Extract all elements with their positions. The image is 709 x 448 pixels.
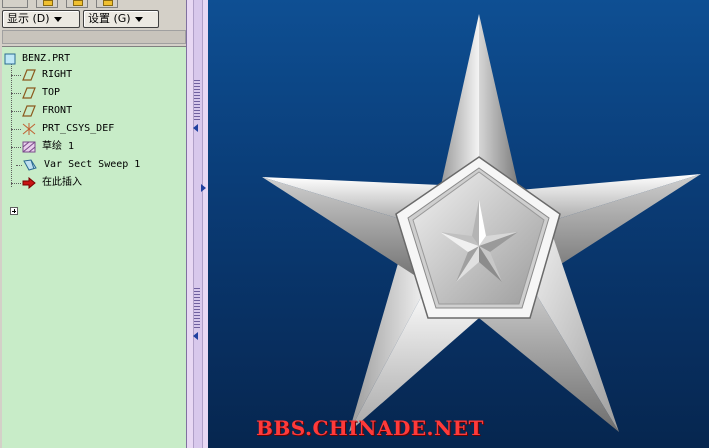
- tree-item-label: PRT_CSYS_DEF: [42, 123, 115, 134]
- star-model-render: [262, 14, 701, 432]
- tree-item-sweep[interactable]: Var Sect Sweep 1: [22, 157, 186, 173]
- tree-item-top[interactable]: TOP: [22, 85, 182, 101]
- splitter-grip[interactable]: [194, 80, 200, 120]
- tree-root-label: BENZ.PRT: [22, 53, 71, 64]
- part-icon: [4, 53, 16, 65]
- model-tree-panel: 显示 (D) 设置 (G) BENZ.PRT RIGHT TOP FRONT P…: [0, 0, 190, 448]
- tree-item-label: RIGHT: [42, 69, 73, 80]
- tree-connector: [11, 63, 12, 187]
- star-arm-top-left-face: [441, 14, 479, 185]
- tree-connector: [11, 93, 21, 94]
- panel-splitter[interactable]: [186, 0, 208, 448]
- folder-icon: [43, 0, 53, 6]
- splitter-grip[interactable]: [194, 288, 200, 328]
- insert-here-arrow-icon: [22, 177, 36, 189]
- datum-plane-icon: [22, 105, 36, 117]
- model-tree: BENZ.PRT RIGHT TOP FRONT PRT_CSYS_DEF 草绘…: [2, 46, 188, 448]
- datum-plane-icon: [22, 69, 36, 81]
- history-folder-icon: [103, 0, 113, 6]
- sweep-feature-icon: [23, 159, 37, 171]
- tree-connector: [11, 129, 21, 130]
- tree-item-label: 草绘 1: [42, 141, 75, 152]
- collapse-left-icon[interactable]: [193, 124, 198, 132]
- coordinate-system-icon: [22, 123, 36, 135]
- tree-item-label: 在此插入: [42, 177, 82, 188]
- 3d-graphics-viewport[interactable]: BBS.CHINADE.NET: [208, 0, 709, 448]
- tree-item-label: Var Sect Sweep 1: [44, 159, 141, 170]
- panel-tabs: [0, 0, 190, 8]
- tab-folder-browser[interactable]: [36, 0, 58, 8]
- tree-item-insert-here[interactable]: 在此插入: [22, 175, 182, 191]
- expand-right-icon[interactable]: [201, 184, 206, 192]
- tree-connector: [11, 147, 21, 148]
- tree-item-front[interactable]: FRONT: [22, 103, 182, 119]
- collapse-left-icon[interactable]: [193, 332, 198, 340]
- tree-root-node[interactable]: BENZ.PRT: [4, 51, 184, 67]
- tree-item-csys[interactable]: PRT_CSYS_DEF: [22, 121, 182, 137]
- tab-model-tree[interactable]: [2, 0, 28, 8]
- show-menu-label: 显示 (D): [7, 12, 50, 25]
- tree-filter-bar[interactable]: [2, 30, 186, 44]
- sketch-icon: [22, 141, 36, 153]
- tree-connector: [11, 111, 21, 112]
- splitter-strip: [193, 0, 203, 448]
- chevron-down-icon: [53, 16, 62, 22]
- settings-menu-button[interactable]: 设置 (G): [83, 10, 159, 28]
- tree-item-right[interactable]: RIGHT: [22, 67, 182, 83]
- tree-connector: [11, 183, 21, 184]
- watermark-text: BBS.CHINADE.NET: [256, 416, 484, 440]
- favorites-folder-icon: [73, 0, 83, 6]
- tree-item-sketch[interactable]: 草绘 1: [22, 139, 182, 155]
- chevron-down-icon: [134, 16, 143, 22]
- tree-toolbar: 显示 (D) 设置 (G): [0, 8, 190, 30]
- tab-history[interactable]: [96, 0, 118, 8]
- tree-connector: [11, 75, 21, 76]
- tree-item-label: TOP: [42, 87, 61, 98]
- expand-toggle[interactable]: [10, 207, 18, 215]
- settings-menu-label: 设置 (G): [88, 12, 131, 25]
- datum-plane-icon: [22, 87, 36, 99]
- tree-item-label: FRONT: [42, 105, 73, 116]
- tab-favorites[interactable]: [66, 0, 88, 8]
- show-menu-button[interactable]: 显示 (D): [2, 10, 80, 28]
